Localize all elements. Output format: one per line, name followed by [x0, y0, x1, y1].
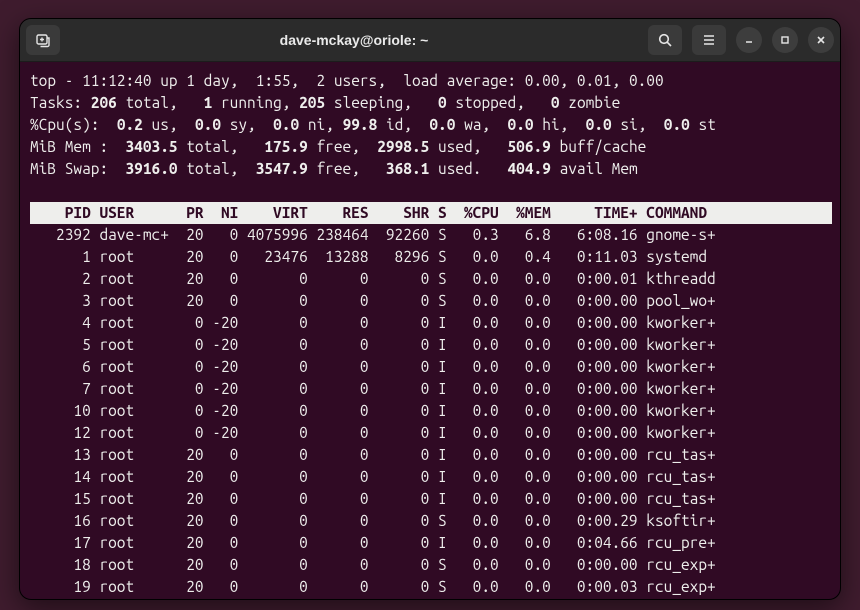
process-row: 15 root 20 0 0 0 0 I 0.0 0.0 0:00.00 rcu…: [30, 488, 832, 510]
top-summary-line-1: top - 11:12:40 up 1 day, 1:55, 2 users, …: [30, 70, 832, 92]
process-row: 4 root 0 -20 0 0 0 I 0.0 0.0 0:00.00 kwo…: [30, 312, 832, 334]
titlebar: dave-mckay@oriole: ~: [20, 19, 840, 62]
process-row: 18 root 20 0 0 0 0 S 0.0 0.0 0:00.00 rcu…: [30, 554, 832, 576]
search-button[interactable]: [648, 25, 682, 55]
top-summary-mem: MiB Mem : 3403.5 total, 175.9 free, 2998…: [30, 136, 832, 158]
maximize-icon: [779, 34, 791, 46]
process-row: 1 root 20 0 23476 13288 8296 S 0.0 0.4 0…: [30, 246, 832, 268]
hamburger-menu-button[interactable]: [692, 25, 726, 55]
process-row: 6 root 0 -20 0 0 0 I 0.0 0.0 0:00.00 kwo…: [30, 356, 832, 378]
process-row: 19 root 20 0 0 0 0 S 0.0 0.0 0:00.03 rcu…: [30, 576, 832, 598]
process-row: 2 root 20 0 0 0 0 S 0.0 0.0 0:00.01 kthr…: [30, 268, 832, 290]
new-tab-icon: [35, 32, 51, 48]
hamburger-icon: [701, 32, 717, 48]
maximize-button[interactable]: [772, 27, 798, 53]
top-summary-cpu: %Cpu(s): 0.2 us, 0.0 sy, 0.0 ni, 99.8 id…: [30, 114, 832, 136]
search-icon: [657, 32, 673, 48]
process-row: 5 root 0 -20 0 0 0 I 0.0 0.0 0:00.00 kwo…: [30, 334, 832, 356]
minimize-button[interactable]: [736, 27, 762, 53]
process-row: 14 root 20 0 0 0 0 I 0.0 0.0 0:00.00 rcu…: [30, 466, 832, 488]
terminal-body[interactable]: top - 11:12:40 up 1 day, 1:55, 2 users, …: [20, 62, 840, 600]
titlebar-right-cluster: [648, 25, 834, 55]
top-summary-tasks: Tasks: 206 total, 1 running, 205 sleepin…: [30, 92, 832, 114]
minimize-icon: [743, 34, 755, 46]
terminal-window: dave-mckay@oriole: ~: [19, 18, 841, 600]
process-row: 16 root 20 0 0 0 0 S 0.0 0.0 0:00.29 kso…: [30, 510, 832, 532]
blank-line: [30, 180, 832, 202]
new-tab-button[interactable]: [26, 25, 60, 55]
window-title: dave-mckay@oriole: ~: [66, 32, 642, 48]
process-row: 17 root 20 0 0 0 0 I 0.0 0.0 0:04.66 rcu…: [30, 532, 832, 554]
close-icon: [815, 34, 827, 46]
top-summary-swap: MiB Swap: 3916.0 total, 3547.9 free, 368…: [30, 158, 832, 180]
process-table-body: 2392 dave-mc+ 20 0 4075996 238464 92260 …: [30, 224, 832, 598]
process-row: 12 root 0 -20 0 0 0 I 0.0 0.0 0:00.00 kw…: [30, 422, 832, 444]
close-button[interactable]: [808, 27, 834, 53]
process-row: 3 root 20 0 0 0 0 S 0.0 0.0 0:00.00 pool…: [30, 290, 832, 312]
process-row: 7 root 0 -20 0 0 0 I 0.0 0.0 0:00.00 kwo…: [30, 378, 832, 400]
process-row: 10 root 0 -20 0 0 0 I 0.0 0.0 0:00.00 kw…: [30, 400, 832, 422]
process-table-header: PID USER PR NI VIRT RES SHR S %CPU %MEM …: [30, 202, 832, 224]
process-row: 2392 dave-mc+ 20 0 4075996 238464 92260 …: [30, 224, 832, 246]
process-row: 13 root 20 0 0 0 0 I 0.0 0.0 0:00.00 rcu…: [30, 444, 832, 466]
